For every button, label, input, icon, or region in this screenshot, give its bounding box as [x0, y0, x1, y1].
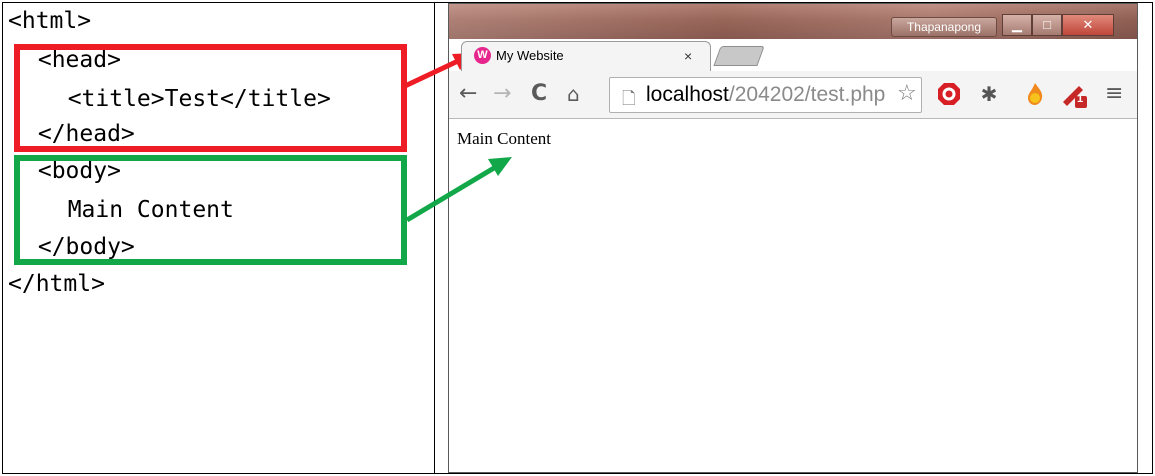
page-main-content: Main Content — [457, 129, 551, 148]
browser-toolbar: ← → C ⌂ 🗋 localhost/204202/test.php ☆ ✱ … — [449, 71, 1137, 119]
page-icon: 🗋 — [622, 89, 636, 109]
forward-icon[interactable]: → — [493, 81, 511, 107]
tab-close-icon[interactable]: × — [684, 48, 692, 64]
bug-extension-icon[interactable]: ✱ — [977, 82, 1001, 106]
fire-extension-icon[interactable] — [1023, 82, 1047, 106]
code-line-html-open: <html> — [8, 8, 92, 34]
tab-title: My Website — [496, 48, 564, 63]
favicon-icon: W — [474, 47, 491, 64]
address-bar[interactable]: 🗋 localhost/204202/test.php ☆ — [609, 77, 922, 113]
url-host: localhost — [646, 83, 729, 106]
close-window-button[interactable]: ✕ — [1062, 14, 1114, 36]
url-path: /204202/test.php — [728, 83, 886, 106]
back-icon[interactable]: ← — [459, 81, 477, 107]
code-line-html-close: </html> — [8, 271, 105, 297]
body-highlight-box — [14, 155, 407, 265]
maximize-button[interactable]: □ — [1032, 14, 1062, 36]
panel-divider — [434, 2, 435, 474]
reload-icon[interactable]: C — [531, 81, 547, 107]
stop-extension-icon[interactable] — [937, 82, 961, 106]
page-content-area: Main Content — [449, 119, 1137, 472]
user-profile-button[interactable]: Thapanapong — [891, 17, 997, 37]
browser-tab[interactable]: W My Website × — [461, 41, 711, 71]
head-highlight-box — [14, 44, 407, 152]
extension-badge: 1 — [1077, 93, 1084, 105]
new-tab-button[interactable] — [713, 46, 765, 66]
window-controls: ▁ □ ✕ — [1002, 14, 1114, 36]
url-text[interactable]: localhost/204202/test.php — [646, 83, 885, 107]
rocket-extension-icon[interactable]: 1 — [1061, 82, 1087, 108]
star-icon[interactable]: ☆ — [897, 81, 917, 106]
menu-icon[interactable]: ≡ — [1105, 81, 1123, 107]
minimize-button[interactable]: ▁ — [1002, 14, 1032, 36]
browser-window: Thapanapong ▁ □ ✕ W My Website × ← → C ⌂… — [448, 3, 1138, 473]
home-icon[interactable]: ⌂ — [567, 81, 580, 107]
